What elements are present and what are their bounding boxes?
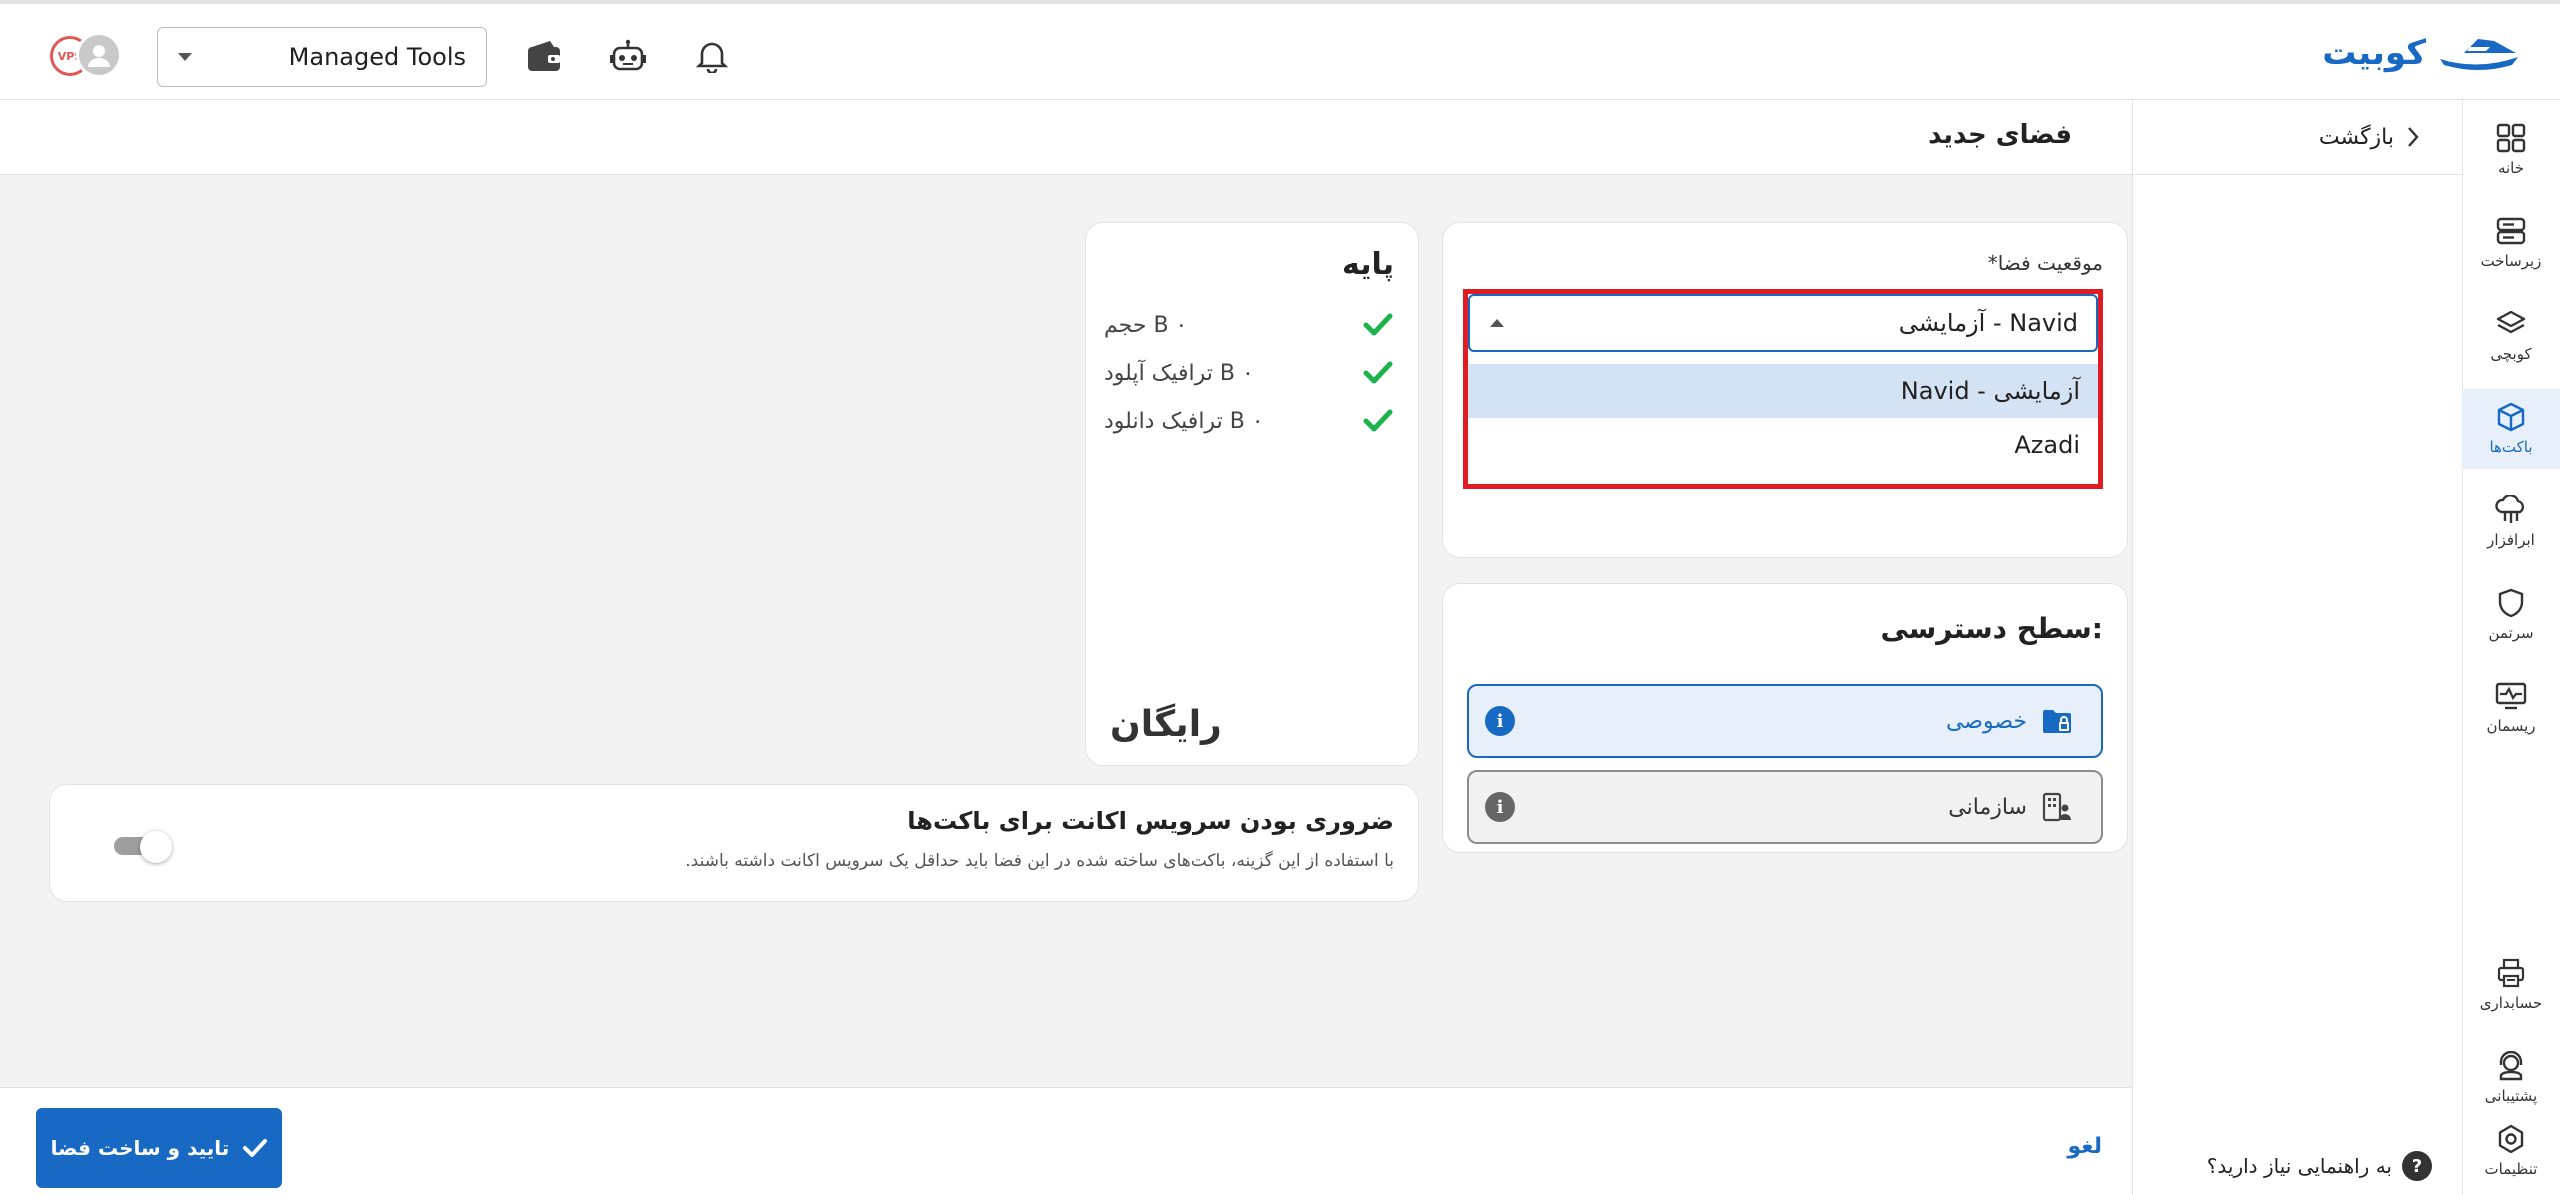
access-level-title: سطح دسترسی: [1880, 612, 2103, 645]
plan-card[interactable]: پایه B ۰ حجم B ۰ ترافیک آپلود B ۰ ترافیک… [1085, 222, 1419, 766]
back-button[interactable]: بازگشت [2132, 100, 2462, 175]
top-bar: کوبیت Managed Tools VPS [0, 0, 2560, 100]
robot-icon[interactable] [608, 36, 648, 76]
plan-feature: B ۰ حجم [1104, 305, 1394, 345]
gear-icon [2498, 1124, 2524, 1154]
boat-logo-icon [2438, 39, 2518, 70]
location-option-azadi[interactable]: Azadi [1468, 418, 2098, 472]
location-label: موقعیت فضا* [1987, 251, 2103, 275]
tools-selector-value: Managed Tools [288, 43, 466, 71]
cloud-icon [2495, 495, 2525, 523]
access-org-label: سازمانی [1948, 794, 2027, 820]
access-level-card: سطح دسترسی: خصوصی i سازمانی i [1442, 583, 2128, 853]
chevron-up-icon [1490, 319, 1504, 327]
shield-icon [2498, 588, 2524, 618]
sidebar-item-buckets[interactable]: باکت‌ها [2462, 389, 2560, 469]
access-option-private[interactable]: خصوصی i [1467, 684, 2103, 758]
info-icon[interactable]: i [1485, 792, 1515, 822]
logo-text: کوبیت [2322, 33, 2426, 73]
content-area: موقعیت فضا* Navid - آزمایشی Navid - آزما… [0, 175, 2132, 1087]
main-sidebar: خانه زیرساخت کوبچی باکت‌ها ابرافزار سرتم… [2462, 100, 2560, 1195]
plan-feature: B ۰ ترافیک دانلود [1104, 401, 1394, 441]
sidebar-item-kubchi[interactable]: کوبچی [2462, 296, 2560, 376]
user-avatar-icon [76, 32, 122, 78]
location-dropdown-highlight: Navid - آزمایشی Navid - آزمایشی Azadi [1463, 289, 2103, 489]
monitor-pulse-icon [2495, 682, 2527, 710]
account-menu[interactable]: VPS [46, 32, 126, 78]
location-option-navid[interactable]: Navid - آزمایشی [1468, 364, 2098, 418]
plan-title: پایه [1342, 247, 1394, 282]
service-account-requirement-card: ضروری بودن سرویس اکانت برای باکت‌ها با ا… [49, 784, 1419, 902]
layers-icon [2496, 310, 2526, 334]
sidebar-item-home[interactable]: خانه [2462, 110, 2560, 190]
requirement-description: با استفاده از این گزینه، باکت‌های ساخته … [685, 851, 1394, 871]
check-icon [1362, 309, 1394, 341]
location-select[interactable]: Navid - آزمایشی [1468, 294, 2098, 352]
folder-lock-icon [2043, 710, 2071, 733]
wallet-icon[interactable] [524, 36, 564, 76]
sidebar-item-settings[interactable]: تنظیمات [2462, 1111, 2560, 1191]
building-users-icon [2042, 792, 2071, 822]
check-icon [1362, 357, 1394, 389]
notification-bell-icon[interactable] [692, 36, 732, 76]
sidebar-item-sartman[interactable]: سرتمن [2462, 575, 2560, 655]
help-link[interactable]: ? به راهنمایی نیاز دارید؟ [2207, 1151, 2432, 1181]
check-icon [1362, 405, 1394, 437]
chevron-down-icon [178, 53, 192, 61]
headset-icon [2499, 1051, 2523, 1081]
tools-selector[interactable]: Managed Tools [157, 27, 487, 87]
grid-icon [2496, 123, 2526, 153]
printer-icon [2497, 958, 2525, 988]
page-header: فضای جدید [0, 100, 2132, 175]
help-icon: ? [2402, 1151, 2432, 1181]
location-select-value: Navid - آزمایشی [1898, 309, 2078, 337]
sub-panel: بازگشت ? به راهنمایی نیاز دارید؟ [2132, 100, 2462, 1195]
chevron-right-icon [2408, 127, 2419, 147]
access-private-label: خصوصی [1945, 708, 2027, 734]
requirement-title: ضروری بودن سرویس اکانت برای باکت‌ها [907, 807, 1394, 835]
confirm-create-button[interactable]: تایید و ساخت فضا [36, 1108, 282, 1188]
sidebar-item-support[interactable]: پشتیبانی [2462, 1038, 2560, 1118]
page-title: فضای جدید [1928, 120, 2072, 150]
sidebar-item-cloudware[interactable]: ابرافزار [2462, 482, 2560, 562]
plan-feature: B ۰ ترافیک آپلود [1104, 353, 1394, 393]
cube-icon [2497, 402, 2525, 432]
service-account-toggle[interactable] [114, 831, 172, 863]
check-icon [243, 1139, 268, 1157]
logo[interactable]: کوبیت [2322, 28, 2520, 78]
access-option-organization[interactable]: سازمانی i [1467, 770, 2103, 844]
sidebar-item-accounting[interactable]: حسابداری [2462, 945, 2560, 1025]
plan-price: رایگان [1110, 704, 1222, 745]
sidebar-item-infrastructure[interactable]: زیرساخت [2462, 203, 2560, 283]
cancel-button[interactable]: لغو [2068, 1134, 2102, 1159]
sidebar-item-risman[interactable]: ریسمان [2462, 668, 2560, 748]
location-card: موقعیت فضا* Navid - آزمایشی Navid - آزما… [1442, 222, 2128, 558]
info-icon[interactable]: i [1485, 706, 1515, 736]
action-footer: تایید و ساخت فضا لغو [0, 1087, 2132, 1195]
server-icon [2496, 217, 2526, 245]
